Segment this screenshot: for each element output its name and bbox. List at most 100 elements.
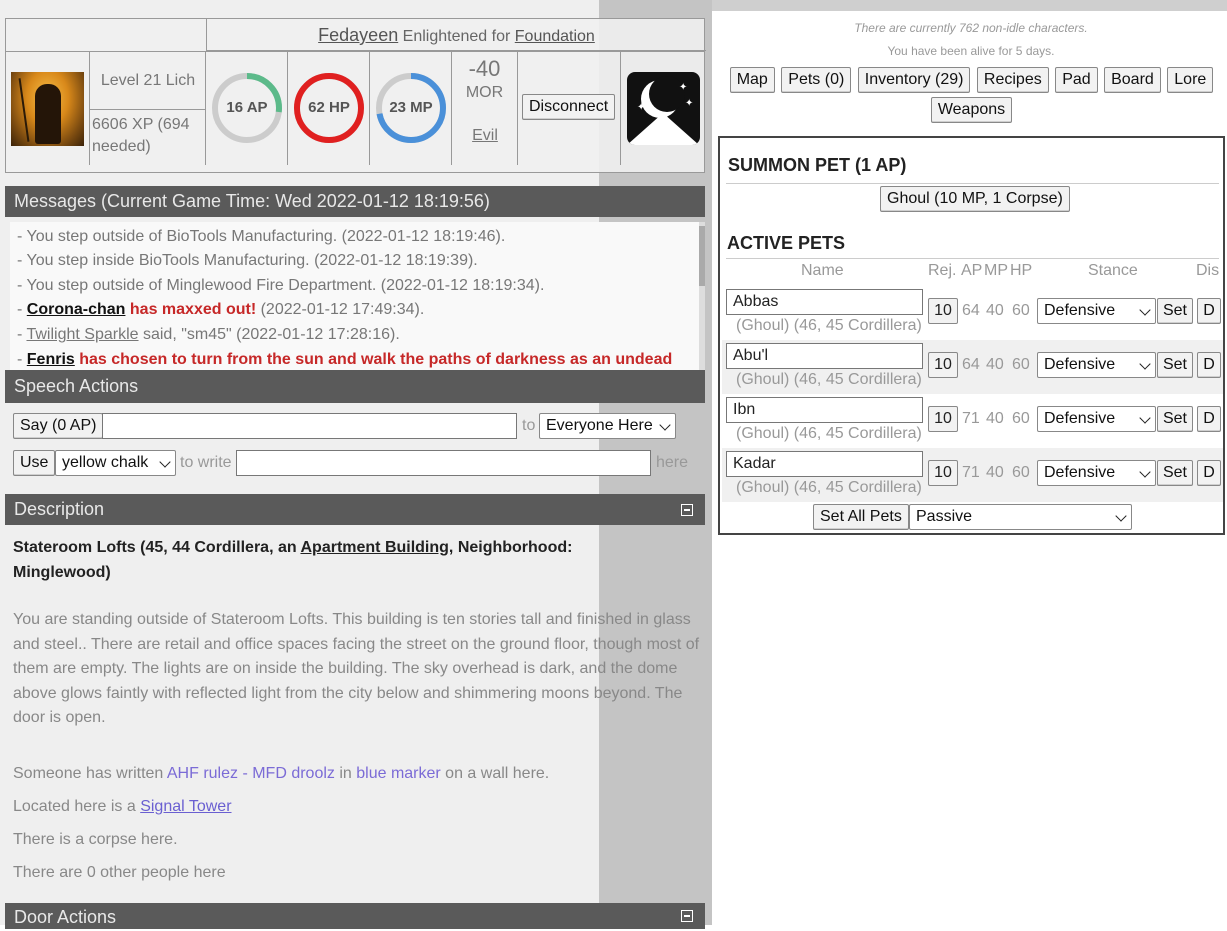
character-name-link[interactable]: Fedayeen [318, 25, 398, 45]
moon-mountain-logo-icon: ✦ ✦ ✦ [627, 72, 700, 145]
pet-stance-select[interactable]: Defensive [1037, 352, 1156, 378]
use-button[interactable]: Use [13, 450, 56, 476]
board-button[interactable]: Board [1104, 67, 1161, 93]
player-link[interactable]: Twilight Sparkle [26, 326, 138, 343]
chevron-down-icon [1115, 510, 1127, 522]
rejuvenate-button[interactable]: 10 [928, 406, 958, 432]
level-text: Level 21 Lich [90, 52, 206, 110]
building-type-link[interactable]: Apartment Building [300, 539, 448, 556]
pet-mp: 40 [986, 410, 1004, 427]
location-title: Stateroom Lofts (45, 44 Cordillera, an A… [13, 539, 573, 581]
speech-actions-header[interactable]: Speech Actions [5, 370, 705, 403]
morality-label: MOR [465, 84, 504, 101]
people-line: There are 0 other people here [13, 864, 226, 881]
pet-ap: 71 [962, 464, 980, 481]
pet-location: (Ghoul) (46, 45 Cordillera) [736, 425, 922, 442]
messages-scrollbar[interactable] [699, 222, 705, 370]
weapons-button[interactable]: Weapons [930, 97, 1013, 123]
messages-header[interactable]: Messages (Current Game Time: Wed 2022-01… [5, 186, 705, 217]
pet-name-input[interactable]: Abu'l [726, 343, 923, 369]
hp-gauge: 62 HP [288, 51, 370, 165]
signal-tower-link[interactable]: Signal Tower [140, 798, 231, 815]
disconnect-button[interactable]: Disconnect [522, 94, 616, 120]
column-header-ap: AP [961, 262, 983, 279]
rejuvenate-button[interactable]: 10 [928, 352, 958, 378]
mp-value: 23 MP [389, 99, 433, 116]
pet-location: (Ghoul) (46, 45 Cordillera) [736, 479, 922, 496]
map-button[interactable]: Map [729, 67, 775, 93]
messages-title: Messages (Current Game Time: Wed 2022-01… [14, 191, 490, 211]
dismiss-pet-button[interactable]: D [1197, 298, 1221, 324]
lore-button[interactable]: Lore [1167, 67, 1214, 93]
set-stance-button[interactable]: Set [1157, 352, 1193, 378]
collapse-icon[interactable] [681, 910, 693, 922]
pet-mp: 40 [986, 464, 1004, 481]
set-all-stance-select[interactable]: Passive [909, 504, 1132, 530]
pet-mp: 40 [986, 356, 1004, 373]
chevron-down-icon [1139, 358, 1151, 370]
set-all-pets-button[interactable]: Set All Pets [813, 504, 909, 530]
recipes-button[interactable]: Recipes [976, 67, 1049, 93]
pet-name-input[interactable]: Ibn [726, 397, 923, 423]
chevron-down-icon [659, 419, 671, 431]
pet-row: Abu'l (Ghoul) (46, 45 Cordillera) 10 64 40 60… [722, 340, 1223, 394]
character-count: There are currently 762 non-idle charact… [854, 21, 1088, 35]
rejuvenate-button[interactable]: 10 [928, 298, 958, 324]
speech-actions-title: Speech Actions [14, 376, 139, 396]
writing-tool-select[interactable]: yellow chalk [55, 450, 176, 476]
set-stance-button[interactable]: Set [1157, 298, 1193, 324]
disconnect-cell: Disconnect [518, 51, 621, 165]
set-stance-button[interactable]: Set [1157, 460, 1193, 486]
message-item: - Corona-chan has maxxed out! (2022-01-1… [17, 301, 425, 318]
say-button[interactable]: Say (0 AP) [13, 413, 104, 439]
alignment-link[interactable]: Evil [452, 127, 518, 145]
pet-hp: 60 [1012, 464, 1030, 481]
pet-hp: 60 [1012, 410, 1030, 427]
column-header-hp: HP [1010, 262, 1033, 279]
pet-row: Abbas (Ghoul) (46, 45 Cordillera) 10 64 40 60… [722, 286, 1223, 340]
dismiss-pet-button[interactable]: D [1197, 352, 1221, 378]
set-stance-button[interactable]: Set [1157, 406, 1193, 432]
pet-name-input[interactable]: Kadar [726, 451, 923, 477]
pet-hp: 60 [1012, 302, 1030, 319]
rejuvenate-button[interactable]: 10 [928, 460, 958, 486]
chevron-down-icon [1139, 412, 1151, 424]
column-header-dismiss: Dis [1196, 262, 1220, 279]
write-input[interactable] [236, 450, 651, 476]
level-cell: Level 21 Lich 6606 XP (694 needed) [90, 51, 206, 165]
column-header-mp: MP [984, 262, 1008, 279]
top-right-strip [712, 0, 1227, 11]
pets-button[interactable]: Pets (0) [781, 67, 852, 93]
pet-ap: 64 [962, 302, 980, 319]
title-text: Enlightened for [402, 28, 511, 45]
chevron-down-icon [1139, 304, 1151, 316]
nav-buttons: Map Pets (0) Inventory (29) Recipes Pad … [718, 67, 1225, 127]
pet-name-input[interactable]: Abbas [726, 289, 923, 315]
mp-gauge: 23 MP [370, 51, 452, 165]
faction-link[interactable]: Foundation [515, 28, 595, 45]
pad-button[interactable]: Pad [1055, 67, 1098, 93]
pet-row: Kadar (Ghoul) (46, 45 Cordillera) 10 71 40 60… [722, 448, 1223, 502]
message-item: - You step outside of BioTools Manufactu… [17, 228, 506, 245]
column-header-name: Name [801, 262, 844, 279]
chevron-down-icon [159, 456, 171, 468]
speech-target-select[interactable]: Everyone Here [539, 413, 676, 439]
player-link[interactable]: Corona-chan [27, 301, 126, 318]
pet-stance-select[interactable]: Defensive [1037, 406, 1156, 432]
pet-ap: 64 [962, 356, 980, 373]
inventory-button[interactable]: Inventory (29) [857, 67, 971, 93]
collapse-icon[interactable] [681, 503, 693, 516]
door-actions-header[interactable]: Door Actions [5, 903, 705, 929]
messages-log[interactable]: - You step outside of BioTools Manufactu… [10, 222, 705, 370]
xp-text: 6606 XP (694 needed) [92, 116, 190, 155]
player-link[interactable]: Fenris [27, 351, 75, 368]
pet-stance-select[interactable]: Defensive [1037, 298, 1156, 324]
dismiss-pet-button[interactable]: D [1197, 406, 1221, 432]
message-item: - You step inside BioTools Manufacturing… [17, 252, 478, 269]
summon-ghoul-button[interactable]: Ghoul (10 MP, 1 Corpse) [880, 186, 1070, 212]
description-header[interactable]: Description [5, 494, 705, 525]
pet-stance-select[interactable]: Defensive [1037, 460, 1156, 486]
say-input[interactable] [102, 413, 517, 439]
dismiss-pet-button[interactable]: D [1197, 460, 1221, 486]
logo-cell: ✦ ✦ ✦ [621, 51, 705, 165]
